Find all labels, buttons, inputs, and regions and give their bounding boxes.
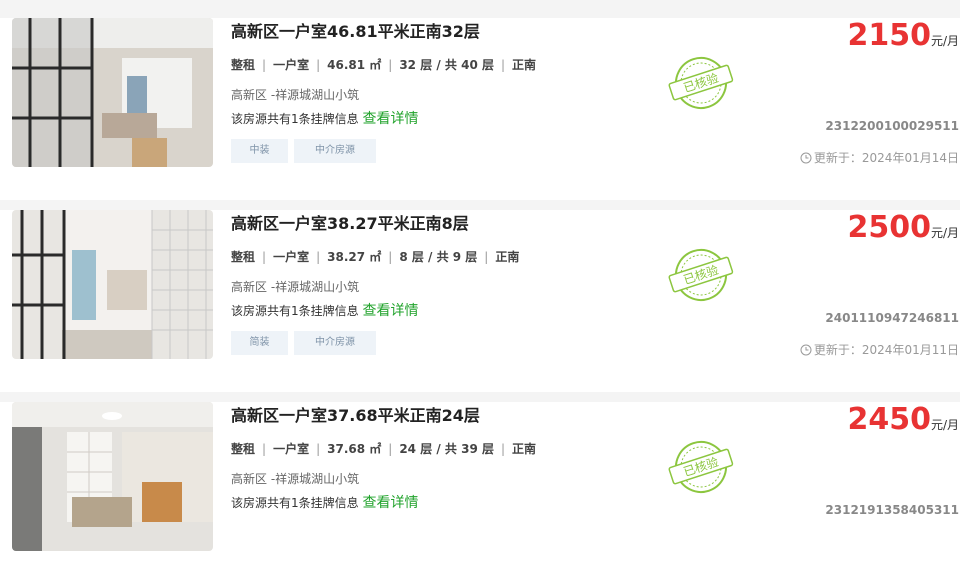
tag-agency: 中介房源 — [294, 139, 376, 163]
view-details-link[interactable]: 查看详情 — [362, 303, 418, 319]
listing-title[interactable]: 高新区一户室46.81平米正南32层 — [231, 18, 480, 42]
tag-agency: 中介房源 — [294, 331, 376, 355]
update-time: 更新于：2024年01月11日 — [800, 341, 959, 358]
floor: 32 层 / 共 40 层 — [399, 58, 494, 72]
listing-id: 2312200100029511 — [825, 119, 959, 133]
verified-stamp-icon: 已核验 — [668, 57, 734, 109]
listing-info: 该房源共有1条挂牌信息 查看详情 — [231, 492, 418, 512]
listing-price: 2150元/月 — [847, 18, 959, 53]
listing-address[interactable]: 高新区 -祥源城湖山小筑 — [231, 86, 359, 103]
verified-stamp-icon: 已核验 — [668, 441, 734, 493]
info-text: 该房源共有1条挂牌信息 — [231, 304, 359, 318]
info-text: 该房源共有1条挂牌信息 — [231, 496, 359, 510]
listing-id: 2401110947246811 — [825, 311, 959, 325]
listing-attributes: 整租 | 一户室 | 46.81 ㎡ | 32 层 / 共 40 层 | 正南 — [231, 58, 537, 72]
listing-id: 2312191358405311 — [825, 503, 959, 517]
area: 38.27 ㎡ — [327, 250, 382, 264]
room-type: 一户室 — [273, 442, 310, 456]
clock-icon — [800, 344, 812, 356]
view-details-link[interactable]: 查看详情 — [362, 111, 418, 127]
tag-list: 简装 中介房源 — [231, 330, 382, 355]
floor: 8 层 / 共 9 层 — [399, 250, 478, 264]
listing-price: 2450元/月 — [847, 402, 959, 437]
listing-price: 2500元/月 — [847, 210, 959, 245]
listing-photo[interactable] — [12, 402, 213, 551]
clock-icon — [800, 152, 812, 164]
room-type: 一户室 — [273, 250, 310, 264]
area: 37.68 ㎡ — [327, 442, 382, 456]
rent-type: 整租 — [231, 58, 256, 72]
tag-decoration: 简装 — [231, 331, 288, 355]
listing-attributes: 整租 | 一户室 | 37.68 ㎡ | 24 层 / 共 39 层 | 正南 — [231, 442, 537, 456]
tag-list: 中装 中介房源 — [231, 138, 382, 163]
listing-title[interactable]: 高新区一户室37.68平米正南24层 — [231, 402, 480, 426]
verified-stamp-icon: 已核验 — [668, 249, 734, 301]
tag-decoration: 中装 — [231, 139, 288, 163]
listing-info: 该房源共有1条挂牌信息 查看详情 — [231, 300, 418, 320]
listing-photo[interactable] — [12, 18, 213, 167]
rent-type: 整租 — [231, 442, 256, 456]
listing-card[interactable]: 高新区一户室46.81平米正南32层 整租 | 一户室 | 46.81 ㎡ | 32 层 /… — [0, 18, 960, 200]
listing-title[interactable]: 高新区一户室38.27平米正南8层 — [231, 210, 469, 234]
area: 46.81 ㎡ — [327, 58, 382, 72]
update-date: 更新于：2024年01月11日 — [813, 343, 959, 357]
orientation: 正南 — [512, 442, 537, 456]
listing-attributes: 整租 | 一户室 | 38.27 ㎡ | 8 层 / 共 9 层 | 正南 — [231, 250, 520, 264]
listing-address[interactable]: 高新区 -祥源城湖山小筑 — [231, 470, 359, 487]
rent-type: 整租 — [231, 250, 256, 264]
listing-info: 该房源共有1条挂牌信息 查看详情 — [231, 108, 418, 128]
info-text: 该房源共有1条挂牌信息 — [231, 112, 359, 126]
listing-photo[interactable] — [12, 210, 213, 359]
view-details-link[interactable]: 查看详情 — [362, 495, 418, 511]
update-date: 更新于：2024年01月14日 — [813, 151, 959, 165]
orientation: 正南 — [512, 58, 537, 72]
room-type: 一户室 — [273, 58, 310, 72]
floor: 24 层 / 共 39 层 — [399, 442, 494, 456]
orientation: 正南 — [495, 250, 520, 264]
listing-card[interactable]: 高新区一户室37.68平米正南24层 整租 | 一户室 | 37.68 ㎡ | 24 层 /… — [0, 402, 960, 584]
listing-card[interactable]: 高新区一户室38.27平米正南8层 整租 | 一户室 | 38.27 ㎡ | 8 层 / 共… — [0, 210, 960, 392]
update-time: 更新于：2024年01月14日 — [800, 149, 959, 166]
listing-address[interactable]: 高新区 -祥源城湖山小筑 — [231, 278, 359, 295]
